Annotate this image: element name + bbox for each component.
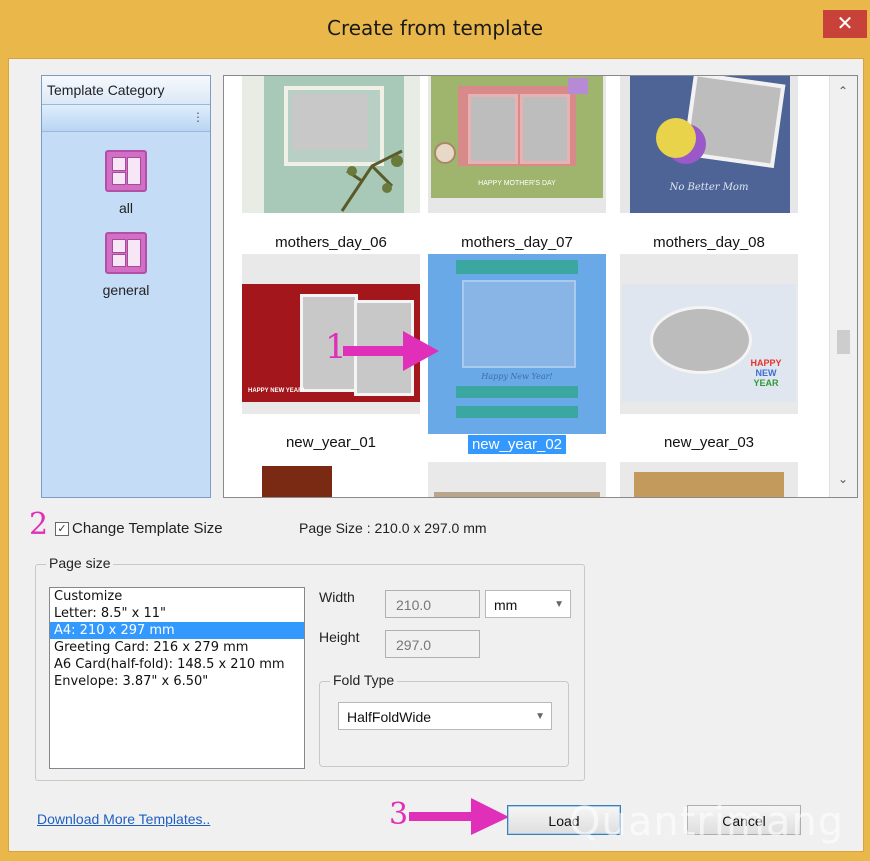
category-toolbar[interactable]: ⋮ — [42, 105, 210, 132]
scroll-thumb[interactable] — [837, 330, 850, 354]
change-template-size-checkbox[interactable]: ✓ — [55, 522, 69, 536]
template-name: new_year_03 — [663, 434, 755, 451]
page-size-list[interactable]: Customize Letter: 8.5" x 11" A4: 210 x 2… — [49, 587, 305, 769]
template-thumbnail: HAPPY MOTHER'S DAY — [428, 76, 606, 213]
dialog-window: Create from template ✕ Template Category… — [0, 0, 870, 861]
watermark-logo: Quantrimang — [569, 799, 845, 845]
chevron-down-icon[interactable]: ▼ — [554, 591, 564, 619]
category-list: all general — [42, 132, 210, 497]
fold-type-select[interactable]: HalfFoldWide ▼ — [338, 702, 552, 730]
close-button[interactable]: ✕ — [823, 10, 867, 38]
annotation-number: 2 — [29, 507, 49, 542]
chevron-down-icon[interactable]: ▼ — [535, 703, 545, 731]
template-gallery[interactable]: mothers_day_06 HAPPY MOTHER'S DAY mother… — [223, 75, 858, 498]
page-size-info: Page Size : 210.0 x 297.0 mm — [299, 520, 487, 536]
title-bar[interactable]: Create from template ✕ — [0, 0, 870, 58]
template-category-icon — [105, 150, 147, 192]
template-category-header: Template Category — [42, 76, 210, 105]
width-field[interactable]: 210.0 — [385, 590, 480, 618]
category-item-all[interactable]: all — [42, 150, 210, 216]
template-tile[interactable]: HAPPY NEW YEAR new_year_03 — [620, 254, 798, 451]
template-thumbnail: No Better Mom — [620, 76, 798, 213]
template-category-panel: Template Category ⋮ all general — [41, 75, 211, 498]
art-text: HAPPY NEW YEAR! — [248, 388, 305, 394]
page-size-option[interactable]: A6 Card(half-fold): 148.5 x 210 mm — [50, 656, 304, 673]
height-label: Height — [319, 629, 360, 645]
unit-select[interactable]: mm ▼ — [485, 590, 571, 618]
fold-type-value: HalfFoldWide — [347, 709, 432, 725]
template-thumbnail-partial[interactable] — [620, 462, 798, 497]
template-name: mothers_day_08 — [653, 234, 765, 251]
category-label: all — [118, 200, 133, 216]
art-text: No Better Mom — [669, 182, 749, 193]
category-label: general — [102, 282, 150, 298]
art-text: HAPPY MOTHER'S DAY — [478, 180, 556, 187]
page-size-option[interactable]: Customize — [50, 588, 304, 605]
template-thumbnail: HAPPY NEW YEAR — [620, 254, 798, 414]
page-size-option[interactable]: Greeting Card: 216 x 279 mm — [50, 639, 304, 656]
template-thumbnail: Happy New Year! — [428, 254, 606, 434]
template-tile[interactable]: HAPPY MOTHER'S DAY mothers_day_07 — [428, 76, 606, 251]
art-text: HAPPY NEW YEAR — [750, 358, 782, 388]
template-name: mothers_day_06 — [275, 234, 387, 251]
annotation-number: 3 — [389, 797, 409, 832]
annotation-arrow-icon — [409, 798, 509, 835]
template-category-icon — [105, 232, 147, 274]
template-thumbnail-partial[interactable] — [428, 462, 606, 497]
page-size-group-title: Page size — [46, 555, 114, 571]
template-name: new_year_02 — [428, 435, 606, 454]
width-label: Width — [319, 589, 355, 605]
template-tile-selected[interactable]: Happy New Year! new_year_02 — [428, 254, 606, 454]
template-name: mothers_day_07 — [461, 234, 573, 251]
fold-type-title: Fold Type — [330, 672, 398, 688]
page-size-option[interactable]: Envelope: 3.87" x 6.50" — [50, 673, 304, 690]
download-more-templates-link[interactable]: Download More Templates.. — [37, 811, 210, 827]
dialog-body: Template Category ⋮ all general mothers_… — [8, 58, 864, 852]
page-size-option[interactable]: Letter: 8.5" x 11" — [50, 605, 304, 622]
template-thumbnail — [242, 76, 420, 213]
height-field[interactable]: 297.0 — [385, 630, 480, 658]
scroll-down-icon[interactable]: ⌄ — [838, 472, 848, 486]
window-title: Create from template — [327, 16, 543, 40]
template-tile[interactable]: No Better Mom mothers_day_08 — [620, 76, 798, 251]
page-size-group: Page size Customize Letter: 8.5" x 11" A… — [35, 555, 585, 781]
scroll-up-icon[interactable]: ⌃ — [838, 84, 848, 98]
fold-type-group: Fold Type HalfFoldWide ▼ — [319, 672, 569, 767]
gallery-scrollbar[interactable]: ⌃ ⌄ — [829, 76, 857, 497]
art-text: Happy New Year! — [481, 372, 553, 381]
page-size-option-selected[interactable]: A4: 210 x 297 mm — [50, 622, 304, 639]
annotation-arrow-icon — [343, 331, 439, 371]
grip-icon[interactable]: ⋮ — [192, 110, 204, 124]
category-item-general[interactable]: general — [42, 232, 210, 298]
unit-value: mm — [494, 597, 518, 613]
template-name: new_year_01 — [285, 434, 377, 451]
template-tile[interactable]: mothers_day_06 — [242, 76, 420, 251]
template-thumbnail-partial[interactable] — [262, 466, 332, 497]
change-template-size-label: Change Template Size — [72, 520, 223, 537]
